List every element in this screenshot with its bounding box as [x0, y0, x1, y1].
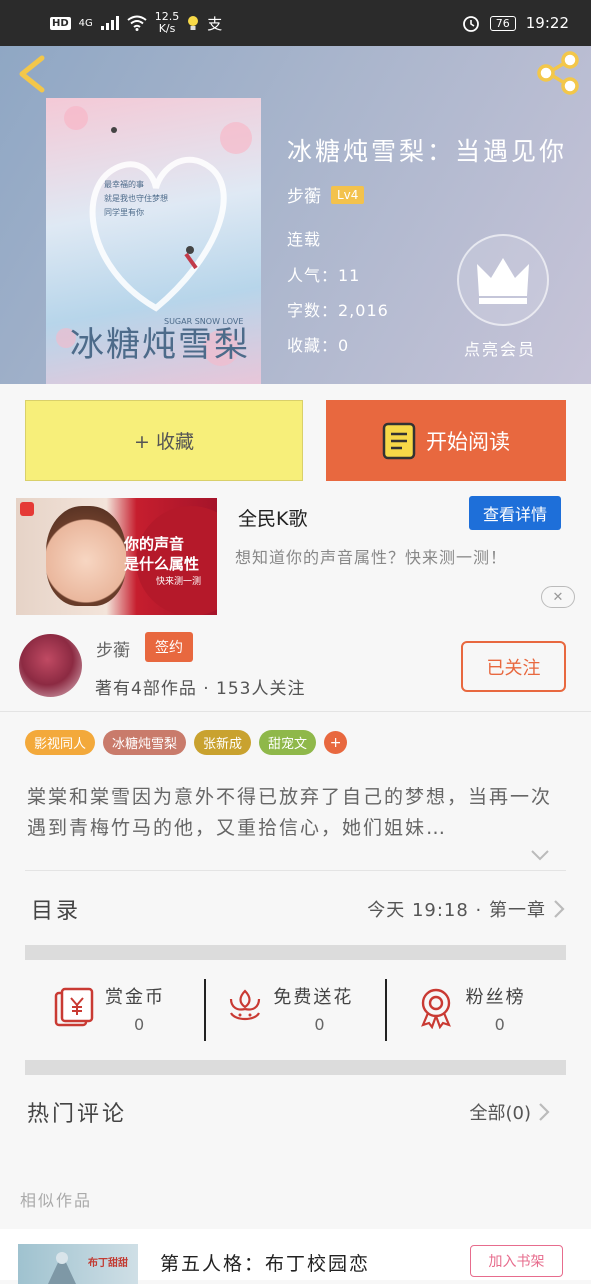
- medal-icon: [420, 988, 451, 1029]
- book-popularity: 人气：11: [287, 266, 361, 285]
- author-name[interactable]: 步蘅: [96, 636, 130, 661]
- reward-divider: [204, 979, 207, 1041]
- battery-icon: 76: [489, 15, 516, 31]
- avatar[interactable]: [19, 634, 82, 697]
- ad-person-photo: [46, 506, 126, 606]
- collect-button[interactable]: + 收藏: [25, 400, 303, 481]
- reward-coin-count: 0: [134, 1015, 145, 1034]
- more-tags-button[interactable]: +: [324, 731, 348, 754]
- book-status: 连载: [287, 230, 322, 249]
- divider-strip: [25, 945, 566, 960]
- all-comments-link[interactable]: 全部(0): [470, 1099, 552, 1125]
- chevron-right-icon: [554, 899, 565, 918]
- reward-divider: [384, 979, 387, 1041]
- tag-item[interactable]: 甜宠文: [259, 730, 317, 755]
- fan-ranking-label: 粉丝榜: [465, 987, 526, 1008]
- book-title: 冰糖炖雪梨：当遇见你: [287, 137, 568, 166]
- flower-icon: [230, 989, 261, 1021]
- reward-coin-label: 赏金币: [105, 987, 165, 1008]
- book-favorites: 收藏：0: [287, 336, 350, 355]
- tag-list: 影视同人 冰糖炖雪梨 张新成 甜宠文 +: [25, 730, 348, 755]
- signed-badge: 签约: [145, 632, 193, 662]
- main-content: + 收藏 开始阅读 你的声音 是什么属性 快来测一测 全民K歌 查看详情 想知道…: [0, 384, 591, 1284]
- follow-button[interactable]: 已关注: [461, 641, 566, 692]
- tag-item[interactable]: 张新成: [194, 730, 252, 755]
- free-flower-count: 0: [314, 1015, 325, 1034]
- ad-image-text-line2: 是什么属性: [124, 555, 200, 573]
- ad-logo-icon: [20, 502, 34, 516]
- tag-item[interactable]: 影视同人: [25, 730, 96, 755]
- hot-comments-header: 热门评论 全部(0): [27, 1096, 551, 1128]
- toc-label: 目录: [31, 898, 82, 924]
- clock-time: 19:22: [525, 14, 569, 32]
- alipay-icon: 支: [207, 14, 223, 33]
- cover-note: 最幸福的事 就是我也守住梦想 同学里有你: [104, 180, 168, 217]
- network-label: 4G: [78, 17, 93, 29]
- crown-icon: [477, 258, 529, 304]
- tag-item[interactable]: 冰糖炖雪梨: [103, 730, 187, 755]
- red-envelope-icon: [54, 987, 94, 1027]
- ad-app-name: 全民K歌: [238, 508, 308, 530]
- ad-description: 想知道你的声音属性？快来测一测！: [235, 548, 508, 567]
- chevron-down-icon[interactable]: [530, 847, 550, 863]
- author-section: 步蘅 签约 著有4部作品 · 153人关注 已关注: [0, 628, 591, 712]
- ad-image-sub: 快来测一测: [156, 577, 202, 587]
- network-speed: 12.5 K/s: [154, 10, 180, 35]
- hd-icon: HD: [50, 16, 71, 30]
- vip-label[interactable]: 点亮会员: [464, 336, 536, 360]
- free-flower-label: 免费送花: [273, 987, 354, 1008]
- start-reading-button[interactable]: 开始阅读: [326, 400, 566, 481]
- author-stats: 著有4部作品 · 153人关注: [95, 679, 306, 699]
- vip-badge[interactable]: [457, 234, 549, 326]
- ad-image[interactable]: 你的声音 是什么属性 快来测一测: [16, 498, 217, 615]
- lightbulb-icon: [188, 16, 199, 30]
- reward-coin-button[interactable]: 赏金币 0: [25, 963, 205, 1061]
- fan-ranking-count: 0: [494, 1015, 505, 1034]
- book-word-count: 字数：2,016: [287, 301, 389, 320]
- thumbnail-text: 布丁甜甜: [88, 1258, 128, 1269]
- synopsis-text: 棠棠和棠雪因为意外不得已放弃了自己的梦想，当再一次遇到青梅竹马的他，又重拾信心，…: [27, 786, 553, 839]
- level-badge: Lv4: [331, 185, 365, 204]
- divider-strip: [25, 1060, 566, 1075]
- similar-work-thumbnail[interactable]: 布丁甜甜: [18, 1244, 138, 1284]
- alarm-icon: [462, 16, 479, 32]
- similar-work-title[interactable]: 第五人格：布丁校园恋: [160, 1249, 370, 1276]
- ad-close-icon[interactable]: ✕: [541, 586, 575, 608]
- free-flower-button[interactable]: 免费送花 0: [204, 963, 385, 1061]
- back-arrow-icon[interactable]: [14, 54, 48, 94]
- book-author-row: 步蘅 Lv4: [287, 182, 365, 207]
- share-icon[interactable]: [534, 50, 582, 96]
- rewards-row: 赏金币 0 免费送花 0 粉丝榜 0: [25, 963, 566, 1061]
- book-header: 最幸福的事 就是我也守住梦想 同学里有你 SUGAR SNOW LOVE 冰糖炖…: [0, 46, 591, 384]
- ad-detail-button[interactable]: 查看详情: [469, 496, 561, 530]
- book-author-name[interactable]: 步蘅: [287, 182, 321, 207]
- similar-works-label: 相似作品: [20, 1191, 93, 1210]
- start-reading-label: 开始阅读: [426, 429, 510, 454]
- book-cover[interactable]: 最幸福的事 就是我也守住梦想 同学里有你 SUGAR SNOW LOVE 冰糖炖…: [46, 98, 261, 384]
- ad-banner[interactable]: 你的声音 是什么属性 快来测一测 全民K歌 查看详情 想知道你的声音属性？快来测…: [0, 496, 591, 626]
- latest-chapter: 今天 19:18 · 第一章: [367, 899, 546, 921]
- wifi-icon: [127, 15, 147, 31]
- add-to-shelf-button[interactable]: 加入书架: [470, 1245, 563, 1277]
- status-bar: HD 4G 12.5 K/s 支 76 19:22: [0, 0, 591, 46]
- book-icon: [382, 422, 416, 459]
- chevron-right-icon: [539, 1103, 550, 1121]
- similar-work-item[interactable]: 布丁甜甜 第五人格：布丁校园恋 加入书架: [0, 1229, 591, 1284]
- fan-ranking-button[interactable]: 粉丝榜 0: [384, 963, 566, 1061]
- cover-title: 冰糖炖雪梨: [70, 325, 250, 365]
- all-comments-label: 全部(0): [469, 1103, 532, 1124]
- signal-icon: [100, 16, 119, 30]
- ad-image-text: 你的声音 是什么属性: [124, 534, 199, 574]
- table-of-contents-row[interactable]: 目录 今天 19:18 · 第一章: [25, 870, 566, 946]
- ad-image-text-line1: 你的声音: [124, 535, 185, 553]
- hot-comments-title: 热门评论: [27, 1102, 128, 1127]
